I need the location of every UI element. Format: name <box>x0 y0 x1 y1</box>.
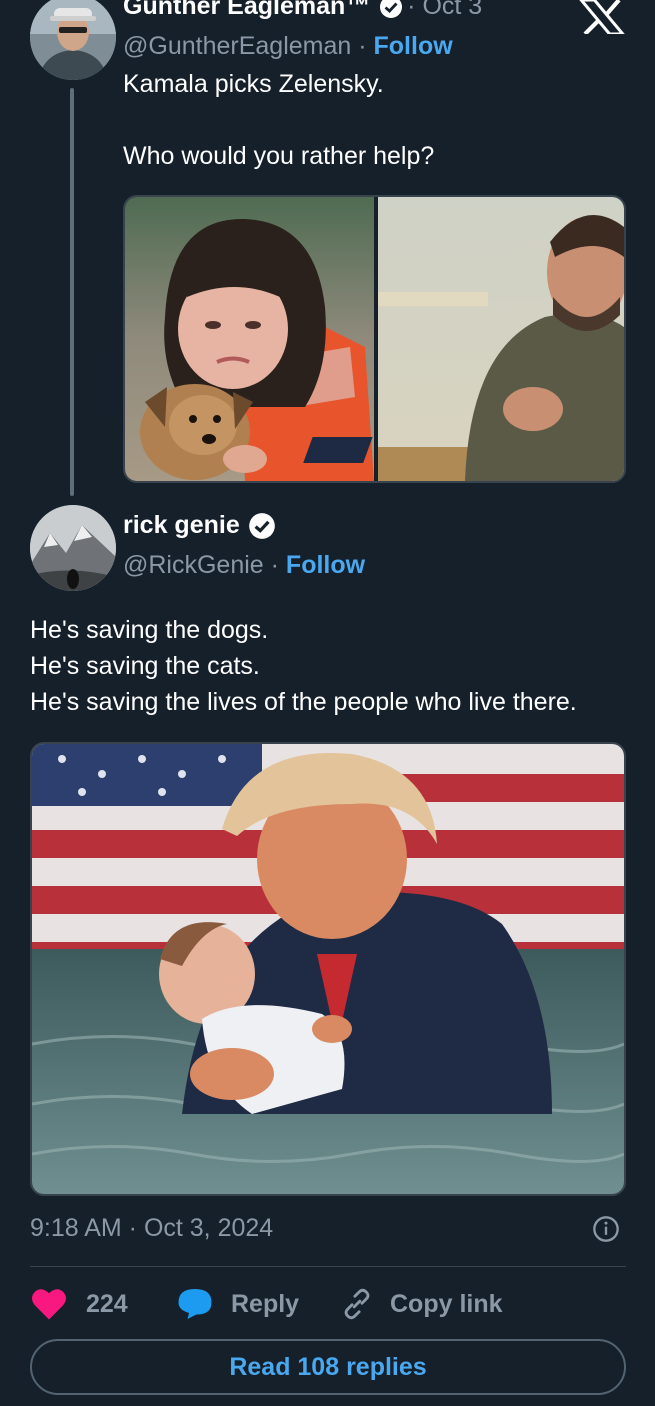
verified-icon <box>375 0 403 24</box>
heart-icon <box>32 1289 66 1320</box>
reply-icon <box>178 1289 212 1319</box>
media-image[interactable] <box>30 742 626 1196</box>
divider <box>30 1266 626 1267</box>
reply-action[interactable]: Reply <box>177 1284 299 1324</box>
follow-button[interactable]: Follow <box>286 551 365 579</box>
copy-link-action[interactable]: Copy link <box>340 1284 503 1324</box>
parent-handle-row: @GuntherEagleman · Follow <box>123 32 453 61</box>
display-name[interactable]: Gunther Eagleman™ <box>123 0 370 20</box>
avatar[interactable] <box>30 505 116 591</box>
handle[interactable]: @RickGenie · <box>123 551 286 579</box>
reply-tweet-header: rick genie <box>123 511 276 545</box>
follow-button[interactable]: Follow <box>374 32 453 60</box>
like-action[interactable]: 224 <box>30 1284 128 1324</box>
timestamp[interactable]: 9:18 AM · Oct 3, 2024 <box>30 1214 273 1243</box>
media-grid[interactable] <box>123 195 626 483</box>
link-icon <box>344 1288 370 1320</box>
parent-tweet-header: Gunther Eagleman™ · Oct 3 <box>123 0 482 24</box>
tweet-text: Who would you rather help? <box>123 142 435 170</box>
copy-link-label: Copy link <box>390 1289 503 1318</box>
photo-crying-girl-with-puppy-icon <box>125 197 624 481</box>
read-replies-button[interactable]: Read 108 replies <box>30 1339 626 1395</box>
info-icon[interactable] <box>592 1215 620 1243</box>
like-count: 224 <box>86 1289 128 1318</box>
tweet-text: Kamala picks Zelensky. <box>123 70 384 98</box>
verified-icon <box>244 512 276 545</box>
photo-man-carrying-baby-in-flood-icon <box>32 744 624 1194</box>
display-name[interactable]: rick genie <box>123 511 240 539</box>
tweet-date[interactable]: · Oct 3 <box>407 0 482 20</box>
reply-handle-row: @RickGenie · Follow <box>123 551 365 580</box>
x-logo-icon[interactable] <box>579 0 625 34</box>
reply-label: Reply <box>231 1289 300 1318</box>
handle[interactable]: @GuntherEagleman · <box>123 32 374 60</box>
tweet-text-line: He's saving the cats. <box>30 652 260 680</box>
tweet-text-line: He's saving the lives of the people who … <box>30 688 577 716</box>
avatar[interactable] <box>30 0 116 80</box>
thread-line <box>70 88 74 496</box>
tweet-text-line: He's saving the dogs. <box>30 616 269 644</box>
